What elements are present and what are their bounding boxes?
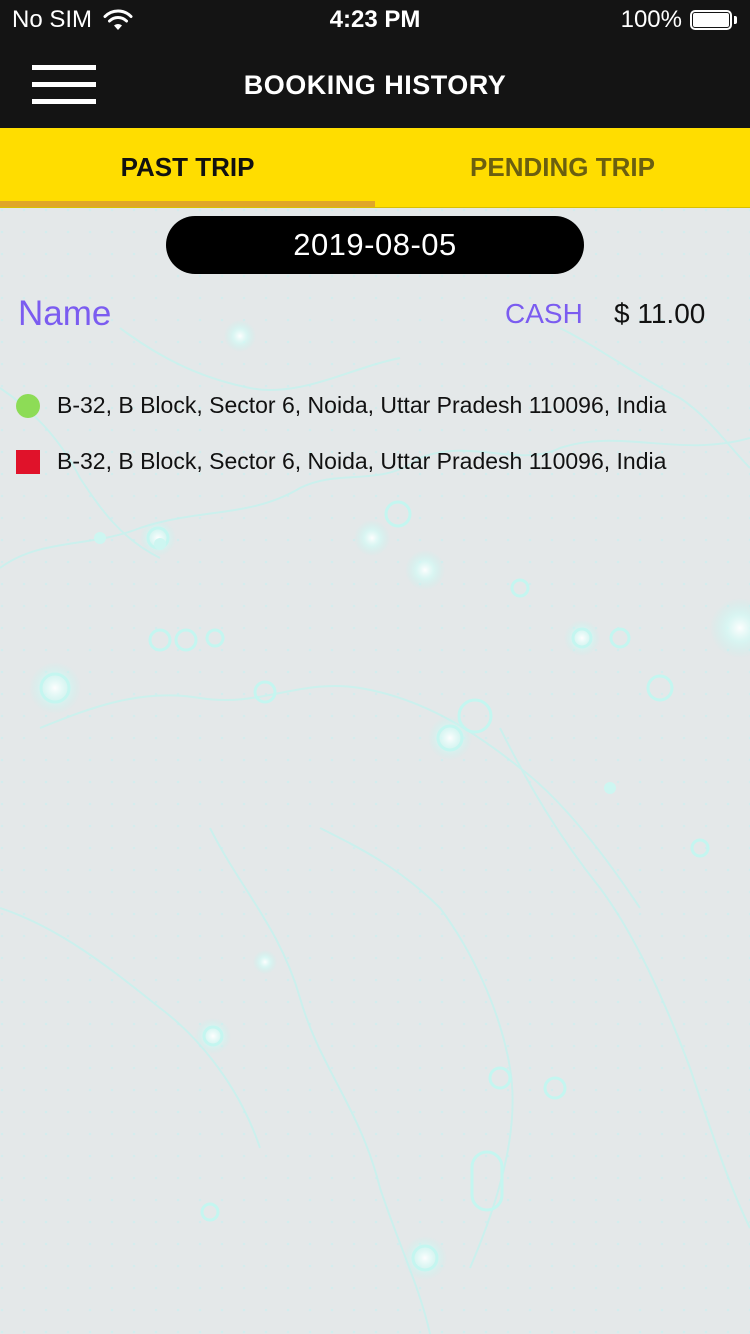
booking-history-screen: No SIM 4:23 PM 100% BOOKING HISTORY PAST… xyxy=(0,0,750,1334)
drop-address: B-32, B Block, Sector 6, Noida, Uttar Pr… xyxy=(57,448,667,474)
battery-status: 100% xyxy=(621,6,738,34)
page-title: BOOKING HISTORY xyxy=(243,70,507,100)
pickup-address-row[interactable]: B-32, B Block, Sector 6, Noida, Uttar Pr… xyxy=(16,392,736,419)
trip-date-badge: 2019-08-05 xyxy=(166,216,584,274)
tab-pending-trip-label: PENDING TRIP xyxy=(470,152,655,182)
battery-icon xyxy=(690,8,738,32)
tab-pending-trip[interactable]: PENDING TRIP xyxy=(375,128,750,207)
payment-method: CASH xyxy=(505,298,583,329)
trip-tabs: PAST TRIP PENDING TRIP xyxy=(0,128,750,208)
tab-past-trip[interactable]: PAST TRIP xyxy=(0,128,375,207)
drop-square-icon xyxy=(16,449,40,474)
active-tab-indicator xyxy=(0,201,375,207)
tab-past-trip-label: PAST TRIP xyxy=(120,152,255,182)
top-bar: No SIM 4:23 PM 100% BOOKING HISTORY xyxy=(0,0,750,128)
trip-fare: $ 11.00 xyxy=(614,298,706,329)
world-map-background xyxy=(0,208,750,1334)
pickup-address: B-32, B Block, Sector 6, Noida, Uttar Pr… xyxy=(57,392,667,418)
passenger-name: Name xyxy=(18,294,112,333)
navigation-bar: BOOKING HISTORY xyxy=(0,40,750,128)
drop-address-row[interactable]: B-32, B Block, Sector 6, Noida, Uttar Pr… xyxy=(16,448,736,475)
pickup-dot-icon xyxy=(16,393,40,418)
battery-percentage: 100% xyxy=(620,6,682,33)
status-bar: No SIM 4:23 PM 100% xyxy=(0,0,750,40)
